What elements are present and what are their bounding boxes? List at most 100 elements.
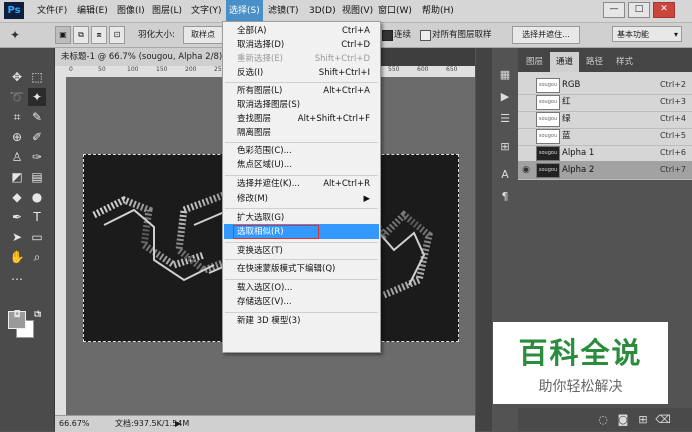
lasso-tool-icon[interactable]: ➰ xyxy=(8,88,26,106)
new-channel-icon[interactable]: ⊞ xyxy=(634,411,652,429)
sample-size-select[interactable]: 取样点 xyxy=(183,26,223,44)
load-selection-icon[interactable]: ◌ xyxy=(594,411,612,429)
blur-tool-icon[interactable]: ◆ xyxy=(8,188,26,206)
dock-collapse-strip[interactable] xyxy=(476,48,492,431)
menu-item[interactable]: 载入选区(O)... xyxy=(237,281,377,295)
menu-item[interactable]: 取消选择图层(S) xyxy=(237,98,377,112)
sample-all-checkbox[interactable] xyxy=(420,30,431,41)
quick-mask-icon[interactable]: ◘ xyxy=(8,306,26,324)
menu-shortcut: ▶ xyxy=(363,194,370,204)
pen-tool-icon[interactable]: ✒ xyxy=(8,208,26,226)
menu-item[interactable]: 色彩范围(C)... xyxy=(237,144,377,158)
more-tools-icon[interactable]: ⋯ xyxy=(8,270,26,288)
channel-name: 红 xyxy=(562,97,571,107)
intersect-selection-icon[interactable]: ⊡ xyxy=(109,26,125,44)
menu-item[interactable]: 变换选区(T) xyxy=(237,244,377,258)
menu-10[interactable]: 帮助(H) xyxy=(419,0,457,22)
status-arrow-icon[interactable]: ▶ xyxy=(175,416,181,432)
marquee-tool-icon[interactable]: ⬚ xyxy=(28,68,46,86)
delete-channel-icon[interactable]: ⌫ xyxy=(654,411,672,429)
close-button[interactable]: ✕ xyxy=(653,2,675,18)
zoom-level[interactable]: 66.67% xyxy=(59,416,90,432)
history-brush-icon[interactable]: ✑ xyxy=(28,148,46,166)
menu-separator xyxy=(225,175,378,176)
history-panel-icon[interactable]: ▦ xyxy=(496,66,514,84)
channel-name: Alpha 1 xyxy=(562,148,595,158)
select-menu: 全部(A) Ctrl+A 取消选择(D) Ctrl+D 重新选择(E) Shift+Ctr… xyxy=(222,21,381,353)
channel-row[interactable]: ◉ sougou Alpha 2 Ctrl+7 xyxy=(518,161,692,180)
minimize-button[interactable]: — xyxy=(603,2,625,18)
dodge-tool-icon[interactable]: ● xyxy=(28,188,46,206)
menu-item[interactable]: 新建 3D 模型(3) xyxy=(237,314,377,328)
menu-item[interactable]: 隔离图层 xyxy=(237,126,377,140)
ruler-tick: 550 xyxy=(388,66,400,73)
info-panel-icon[interactable]: ☰ xyxy=(496,110,514,128)
hand-tool-icon[interactable]: ✋ xyxy=(8,248,26,266)
menu-separator xyxy=(225,208,378,209)
properties-panel-icon[interactable]: ⊞ xyxy=(496,138,514,156)
menu-item[interactable]: 在快速蒙版模式下编辑(Q) xyxy=(237,262,377,276)
crop-tool-icon[interactable]: ⌗ xyxy=(8,108,26,126)
visibility-eye-icon[interactable]: ◉ xyxy=(520,164,532,176)
paragraph-panel-icon[interactable]: ¶ xyxy=(496,188,514,206)
menu-2[interactable]: 图像(I) xyxy=(114,0,148,22)
panel-tab[interactable]: 图层 xyxy=(520,52,549,72)
subtract-selection-icon[interactable]: ⧈ xyxy=(91,26,107,44)
menu-0[interactable]: 文件(F) xyxy=(34,0,70,22)
eyedropper-tool-icon[interactable]: ✎ xyxy=(28,108,46,126)
menu-7[interactable]: 3D(D) xyxy=(306,0,339,22)
menu-item[interactable]: 扩大选取(G) xyxy=(237,211,377,225)
panel-tab[interactable]: 路径 xyxy=(580,52,609,72)
visibility-eye-icon[interactable] xyxy=(520,113,532,125)
visibility-eye-icon[interactable] xyxy=(520,79,532,91)
eraser-tool-icon[interactable]: ◩ xyxy=(8,168,26,186)
sample-size-label: 羽化大小: xyxy=(138,30,175,40)
watermark-subtitle: 助你轻松解决 xyxy=(538,379,623,395)
menu-6[interactable]: 滤镜(T) xyxy=(265,0,302,22)
panel-tab[interactable]: 通道 xyxy=(550,52,580,72)
move-tool-icon[interactable]: ✥ xyxy=(8,68,26,86)
shape-tool-icon[interactable]: ▭ xyxy=(28,228,46,246)
menu-4[interactable]: 文字(Y) xyxy=(188,0,225,22)
select-and-mask-button[interactable]: 选择并遮住... xyxy=(512,26,580,44)
channel-thumbnail: sougou xyxy=(536,129,560,144)
menu-9[interactable]: 窗口(W) xyxy=(375,0,415,22)
menu-1[interactable]: 编辑(E) xyxy=(74,0,111,22)
new-selection-icon[interactable]: ▣ xyxy=(55,26,71,44)
save-selection-icon[interactable]: ◙ xyxy=(614,411,632,429)
path-select-icon[interactable]: ➤ xyxy=(8,228,26,246)
panel-footer: ◌ ◙ ⊞ ⌫ xyxy=(518,408,692,431)
ruler-tick: 650 xyxy=(446,66,458,73)
type-tool-icon[interactable]: T xyxy=(28,208,46,226)
visibility-eye-icon[interactable] xyxy=(520,147,532,159)
channel-name: RGB xyxy=(562,80,581,90)
menu-5[interactable]: 选择(S) xyxy=(226,0,263,22)
panel-tab[interactable]: 样式 xyxy=(610,52,639,72)
menu-item[interactable]: 焦点区域(U)... xyxy=(237,158,377,172)
brush-tool-icon[interactable]: ✐ xyxy=(28,128,46,146)
menu-8[interactable]: 视图(V) xyxy=(339,0,376,22)
workspace-label: 基本功能 xyxy=(617,30,649,39)
menu-shortcut: Alt+Shift+Ctrl+F xyxy=(297,114,370,124)
actions-panel-icon[interactable]: ▶ xyxy=(496,88,514,106)
zoom-tool-icon[interactable]: ⌕ xyxy=(28,248,46,266)
menu-separator xyxy=(225,312,378,313)
character-panel-icon[interactable]: A xyxy=(496,166,514,184)
visibility-eye-icon[interactable] xyxy=(520,96,532,108)
menu-item[interactable]: 修改(M) xyxy=(237,192,377,206)
magic-wand-tool-icon[interactable]: ✦ xyxy=(28,88,46,106)
menu-3[interactable]: 图层(L) xyxy=(149,0,185,22)
maximize-button[interactable]: □ xyxy=(628,2,650,18)
menu-item[interactable]: 存储选区(V)... xyxy=(237,295,377,309)
stamp-tool-icon[interactable]: ♙ xyxy=(8,148,26,166)
add-selection-icon[interactable]: ⧉ xyxy=(73,26,89,44)
healing-tool-icon[interactable]: ⊕ xyxy=(8,128,26,146)
workspace-select[interactable]: 基本功能 ▾ xyxy=(612,26,682,42)
screen-mode-icon[interactable]: ⧉ xyxy=(28,306,46,324)
gradient-tool-icon[interactable]: ▤ xyxy=(28,168,46,186)
magic-wand-icon[interactable]: ✦ xyxy=(6,26,24,44)
contiguous-checkbox[interactable] xyxy=(382,30,393,41)
document-tab[interactable]: 未标题-1 @ 66.7% (sougou, Alpha 2/8) * ✕ xyxy=(55,48,245,66)
visibility-eye-icon[interactable] xyxy=(520,130,532,142)
menu-item[interactable]: 选取相似(R) xyxy=(237,225,377,239)
